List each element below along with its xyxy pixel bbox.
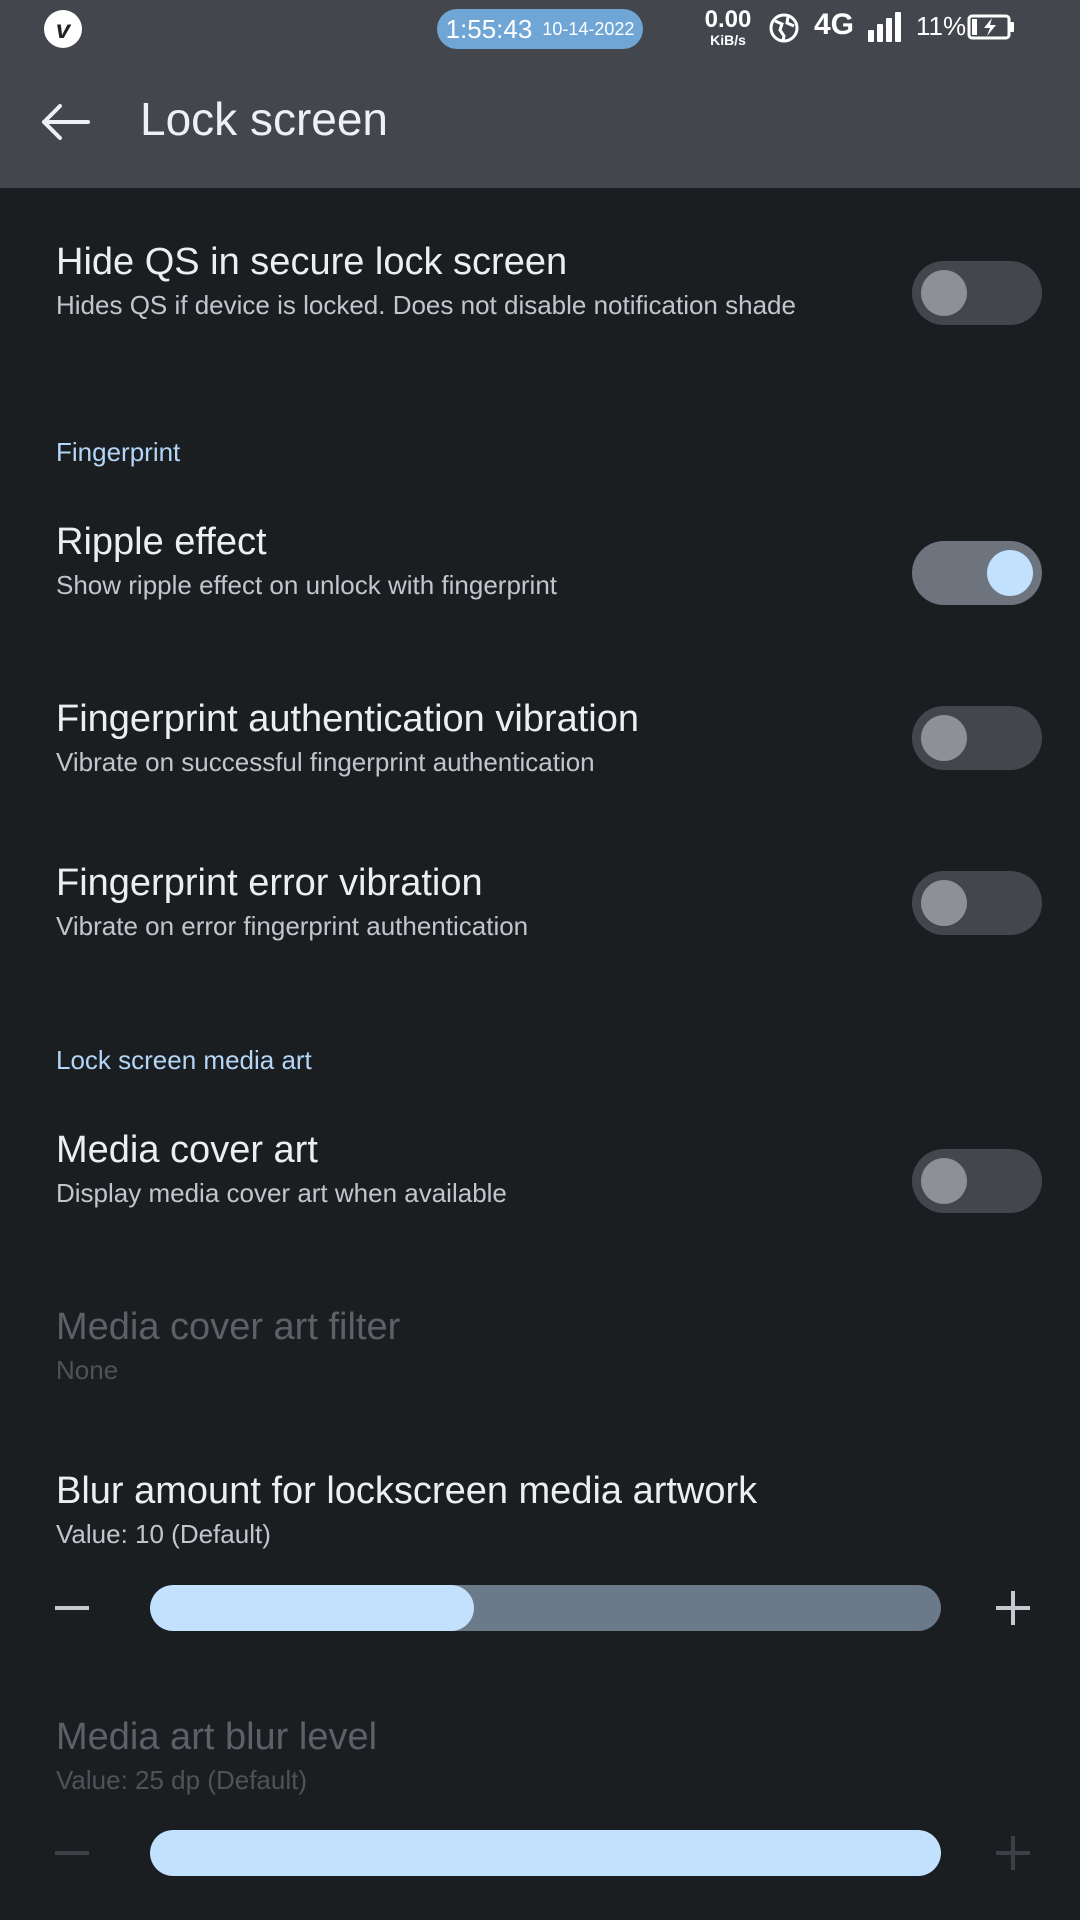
- ripple-effect-toggle[interactable]: [912, 541, 1042, 605]
- battery-percent: 11%: [916, 11, 967, 41]
- network-speed-unit: KiB/s: [710, 32, 746, 48]
- blur-level-decrease-button: [55, 1851, 89, 1855]
- hide-qs-toggle[interactable]: [912, 261, 1042, 325]
- pref-cover-art-filter: Media cover art filter None: [56, 1305, 916, 1386]
- pref-media-cover-art[interactable]: Media cover art Display media cover art …: [56, 1128, 916, 1209]
- pref-summary: Value: 25 dp (Default): [56, 1764, 307, 1795]
- slider-fill: [150, 1830, 941, 1876]
- pref-title: Media cover art: [56, 1129, 318, 1171]
- blur-amount-increase-button[interactable]: [996, 1591, 1030, 1625]
- clock-date: 10-14-2022: [542, 18, 635, 39]
- pref-auth-vibration[interactable]: Fingerprint authentication vibration Vib…: [56, 697, 916, 778]
- blur-amount-slider[interactable]: [150, 1585, 941, 1631]
- toggle-knob: [921, 715, 967, 761]
- blur-level-slider: [150, 1830, 941, 1876]
- page-title: Lock screen: [140, 93, 389, 145]
- clock-pill: 1:55:43 10-14-2022: [437, 9, 643, 49]
- media-cover-art-toggle[interactable]: [912, 1149, 1042, 1213]
- pref-title: Ripple effect: [56, 521, 267, 563]
- blur-level-increase-button: [996, 1836, 1030, 1870]
- pref-summary: Hides QS if device is locked. Does not d…: [56, 289, 796, 320]
- toggle-knob: [921, 880, 967, 926]
- toggle-knob: [987, 550, 1033, 596]
- pref-title: Fingerprint authentication vibration: [56, 698, 640, 740]
- pref-title: Media art blur level: [56, 1716, 378, 1758]
- network-speed: 0.00 KiB/s: [700, 8, 756, 52]
- section-header-media-art: Lock screen media art: [56, 1045, 312, 1075]
- app-bar: Lock screen: [0, 56, 1080, 188]
- pref-summary: Value: 10 (Default): [56, 1518, 271, 1549]
- network-speed-value: 0.00: [704, 6, 752, 33]
- back-arrow-icon[interactable]: [38, 100, 94, 144]
- toggle-knob: [921, 270, 967, 316]
- pref-summary: Vibrate on successful fingerprint authen…: [56, 746, 595, 777]
- signal-icon: [868, 12, 901, 42]
- error-vibration-toggle[interactable]: [912, 871, 1042, 935]
- globe-icon: [769, 13, 799, 43]
- clock-time: 1:55:43: [445, 13, 533, 44]
- status-bar: v 1:55:43 10-14-2022 0.00 KiB/s 4G 11%: [0, 0, 1080, 56]
- pref-summary: None: [56, 1354, 119, 1385]
- pref-hide-qs[interactable]: Hide QS in secure lock screen Hides QS i…: [56, 240, 916, 321]
- pref-error-vibration[interactable]: Fingerprint error vibration Vibrate on e…: [56, 861, 916, 942]
- auth-vibration-toggle[interactable]: [912, 706, 1042, 770]
- pref-summary: Display media cover art when available: [56, 1177, 507, 1208]
- pref-blur-level: Media art blur level Value: 25 dp (Defau…: [56, 1715, 916, 1796]
- pref-title: Blur amount for lockscreen media artwork: [56, 1470, 758, 1512]
- slider-fill: [150, 1585, 475, 1631]
- pref-title: Hide QS in secure lock screen: [56, 241, 568, 283]
- pref-summary: Vibrate on error fingerprint authenticat…: [56, 910, 529, 941]
- pref-blur-amount: Blur amount for lockscreen media artwork…: [56, 1469, 916, 1550]
- pref-title: Media cover art filter: [56, 1306, 401, 1348]
- toggle-knob: [921, 1158, 967, 1204]
- pref-summary: Show ripple effect on unlock with finger…: [56, 569, 558, 600]
- network-type: 4G: [814, 8, 855, 41]
- blur-amount-decrease-button[interactable]: [55, 1606, 89, 1610]
- battery-charging-icon: [967, 14, 1014, 40]
- section-header-fingerprint: Fingerprint: [56, 437, 181, 467]
- pref-ripple-effect[interactable]: Ripple effect Show ripple effect on unlo…: [56, 520, 916, 601]
- pref-title: Fingerprint error vibration: [56, 862, 483, 904]
- notification-app-icon: v: [44, 10, 82, 48]
